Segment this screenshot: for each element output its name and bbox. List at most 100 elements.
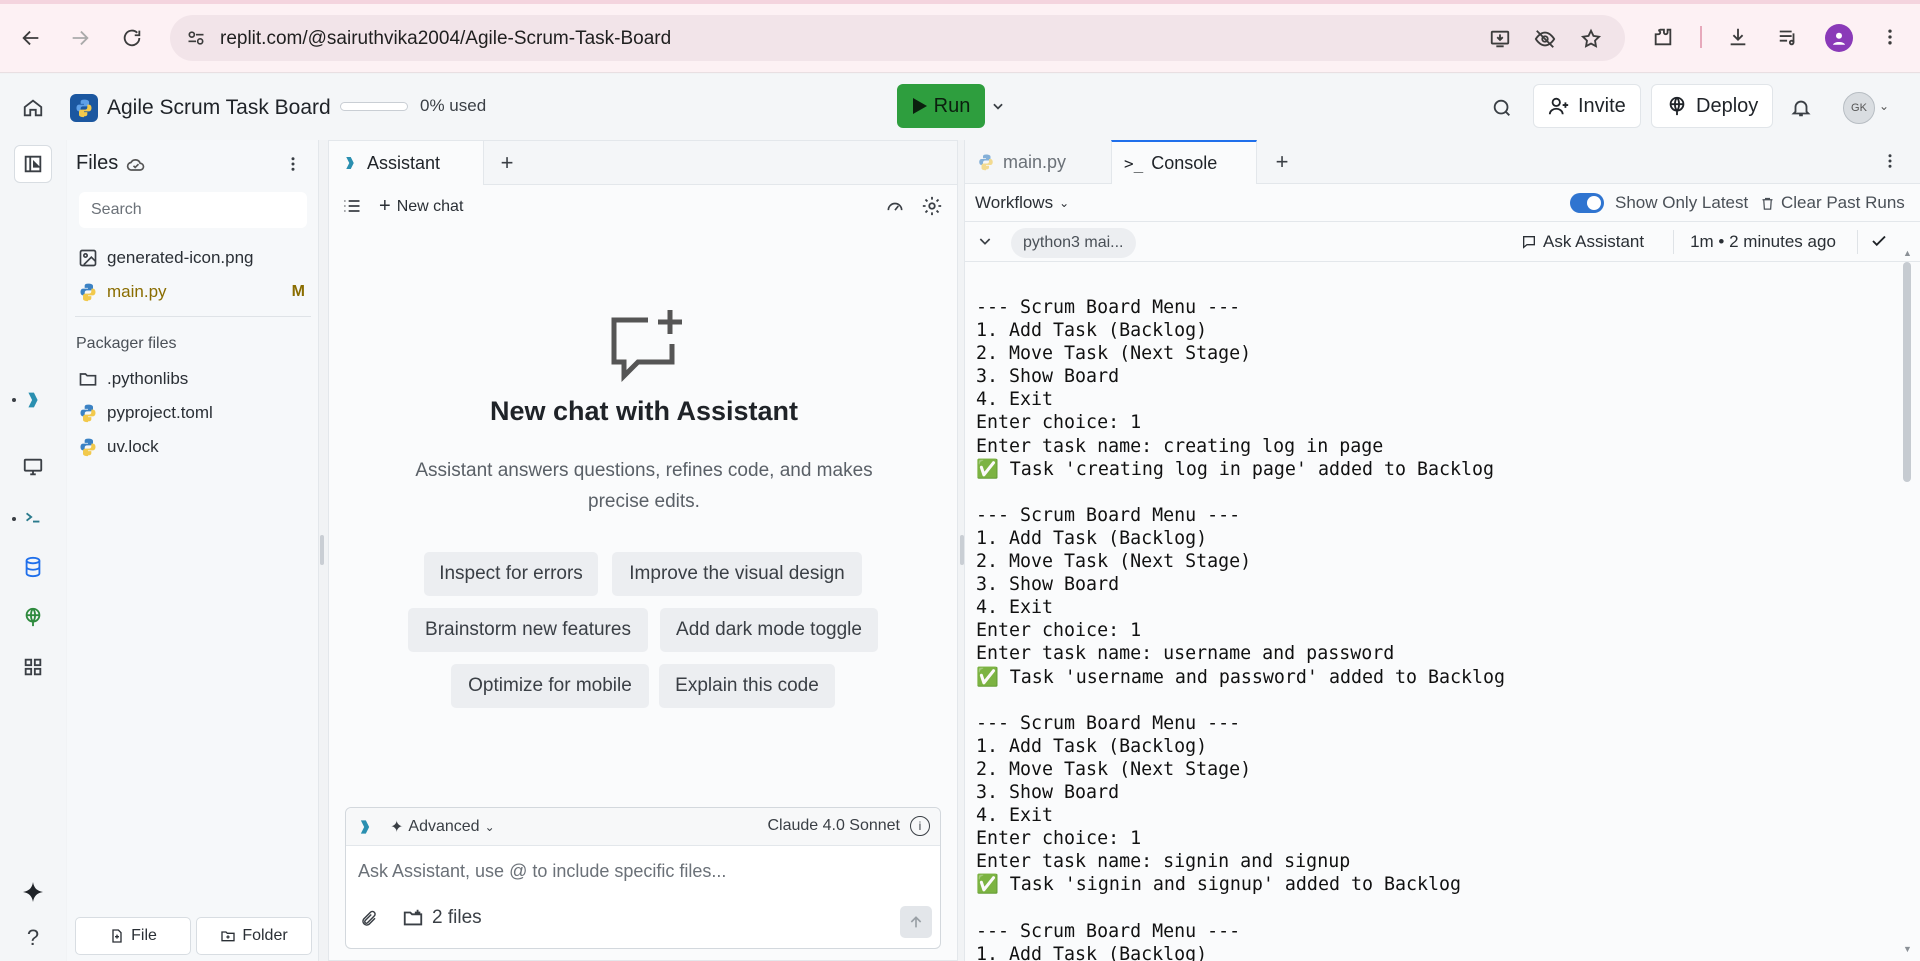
bookmark-star-icon[interactable] [1578,26,1604,52]
run-button[interactable]: Run [897,84,985,128]
suggestion-chip[interactable]: Brainstorm new features [408,608,648,652]
reload-button[interactable] [116,22,148,54]
console-scrollbar[interactable]: ▲ ▼ [1902,248,1912,954]
new-file-label: File [131,927,157,944]
media-playlist-icon[interactable] [1773,22,1803,52]
composer-header: ✦ Advanced ⌄ Claude 4.0 Sonnet i [346,808,940,846]
assistant-tool-icon[interactable] [14,381,52,419]
file-item[interactable]: .pythonlibs [77,364,309,394]
assistant-logo-icon [346,157,354,169]
attach-paperclip-icon[interactable] [358,908,380,930]
tab-main-py[interactable]: main.py [965,140,1111,184]
speedometer-icon[interactable] [882,193,908,219]
repl-title[interactable]: Agile Scrum Task Board [107,96,331,120]
python-logo-icon [70,94,98,122]
user-menu-chevron-icon[interactable]: ⌄ [1879,99,1889,113]
add-tab-plus-icon[interactable]: + [495,150,519,175]
sparkle-icon: ✦ [390,819,404,836]
toolbar-separator [1700,26,1702,48]
tab-assistant[interactable]: Assistant [329,141,484,185]
pane-menu-icon[interactable] [1881,152,1899,175]
file-search-input[interactable] [79,192,307,228]
download-icon[interactable] [1723,22,1753,52]
console-toolbar: Workflows ⌄ Show Only Latest Clear Past … [965,184,1920,222]
eye-off-icon[interactable] [1532,26,1558,52]
user-avatar[interactable]: GK [1843,92,1875,124]
url-text[interactable]: replit.com/@sairuthvika2004/Agile-Scrum-… [220,28,671,50]
ask-assistant-button[interactable]: Ask Assistant [1521,232,1644,252]
info-icon[interactable]: i [910,816,930,836]
help-question-icon[interactable]: ? [14,919,52,957]
mode-selector[interactable]: ✦ Advanced ⌄ [390,817,495,837]
back-button[interactable] [15,22,47,54]
console-output[interactable]: --- Scrum Board Menu --- 1. Add Task (Ba… [976,296,1896,961]
deploy-button[interactable]: Deploy [1651,84,1774,128]
file-item[interactable]: main.py M [77,277,309,307]
site-settings-icon[interactable] [184,26,208,50]
collapse-chevron-icon[interactable] [977,233,993,254]
suggestion-chip[interactable]: Inspect for errors [424,552,598,596]
new-chat-bubble-icon [611,310,682,383]
new-chat-button[interactable]: + New chat [379,195,463,218]
chevron-down-icon: ⌄ [484,820,495,834]
scroll-up-arrow-icon[interactable]: ▲ [1903,248,1912,258]
show-only-latest-toggle[interactable] [1570,193,1604,213]
console-pane: main.py >_ Console + Workflows ⌄ Show On… [964,140,1920,961]
invite-button[interactable]: Invite [1533,84,1641,128]
home-button[interactable] [18,93,48,123]
scrollbar-thumb[interactable] [1903,262,1911,482]
file-item[interactable]: uv.lock [77,432,309,462]
model-label[interactable]: Claude 4.0 Sonnet [767,817,900,835]
workflows-dropdown[interactable]: Workflows ⌄ [975,193,1069,213]
suggestion-chip[interactable]: Explain this code [659,664,835,708]
play-icon [912,98,927,114]
suggestion-chip[interactable]: Optimize for mobile [451,664,649,708]
tab-label: main.py [1003,151,1067,172]
tab-console[interactable]: >_ Console [1111,140,1257,184]
files-menu-icon[interactable] [281,152,305,176]
attached-files-button[interactable]: 2 files [402,907,482,929]
browser-tab-strip [0,0,1920,4]
run-command-chip[interactable]: python3 mai... [1011,228,1136,258]
assistant-tabbar: Assistant + [329,141,957,185]
webview-monitor-icon[interactable] [14,448,52,486]
new-folder-button[interactable]: Folder [196,917,312,955]
files-resize-handle[interactable] [320,535,324,565]
notifications-bell-icon[interactable] [1787,94,1815,122]
terminal-prompt-icon: >_ [1124,153,1144,173]
suggestion-chip[interactable]: Improve the visual design [612,552,862,596]
workflows-label: Workflows [975,193,1054,212]
files-panel-title: Files [76,152,119,174]
scroll-down-arrow-icon[interactable]: ▼ [1903,944,1912,954]
forward-button[interactable] [64,22,96,54]
file-item[interactable]: pyproject.toml [77,398,309,428]
assistant-chat-input[interactable] [358,856,928,886]
deployments-globe-icon[interactable] [14,598,52,636]
run-options-chevron-icon[interactable] [988,96,1008,116]
chat-history-list-icon[interactable] [339,193,365,219]
file-tree-toggle-icon[interactable] [14,145,52,183]
extensions-icon[interactable] [1648,22,1678,52]
browser-menu-icon[interactable] [1875,22,1905,52]
add-tab-plus-icon[interactable]: + [1270,149,1294,174]
file-name: uv.lock [107,437,159,456]
python-icon [77,436,99,458]
assistant-logo-icon [360,820,370,834]
all-tools-grid-icon[interactable] [14,648,52,686]
database-icon[interactable] [14,548,52,586]
console-terminal-icon[interactable] [14,498,52,536]
new-file-button[interactable]: File [75,917,191,955]
tab-label: Assistant [367,152,441,173]
clear-past-runs-button[interactable]: Clear Past Runs [1760,193,1905,213]
file-item[interactable]: generated-icon.png [77,243,309,273]
address-bar[interactable]: replit.com/@sairuthvika2004/Agile-Scrum-… [170,15,1625,61]
sparkle-ai-icon[interactable] [14,873,52,911]
send-arrow-icon[interactable] [900,906,932,938]
install-app-icon[interactable] [1487,26,1513,52]
settings-gear-icon[interactable] [919,193,945,219]
browser-profile-avatar[interactable] [1825,24,1853,52]
suggestion-chip[interactable]: Add dark mode toggle [660,608,878,652]
deploy-label: Deploy [1696,94,1759,117]
usage-label[interactable]: 0% used [420,96,486,116]
search-icon[interactable] [1488,94,1516,122]
